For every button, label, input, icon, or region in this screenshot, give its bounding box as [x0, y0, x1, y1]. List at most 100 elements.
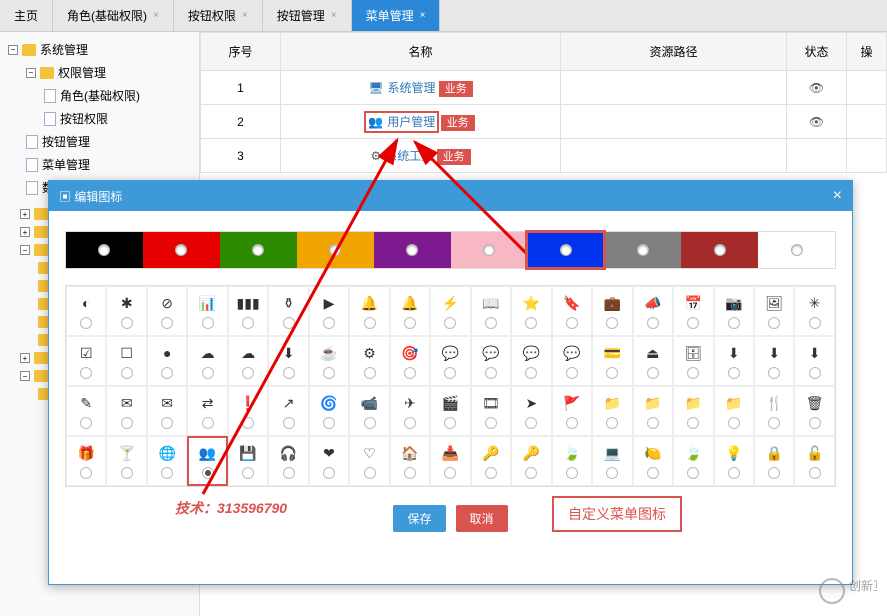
credit-card-icon-option[interactable]: 💳 [592, 336, 632, 386]
collapse-icon[interactable]: − [26, 68, 36, 78]
tab-button-perm[interactable]: 按钮权限× [174, 0, 263, 31]
folder-open-alt-icon-option[interactable]: 📁 [714, 386, 754, 436]
location-arrow-icon-option[interactable]: ➤ [511, 386, 551, 436]
tree-node-perm[interactable]: − 权限管理 [4, 61, 195, 84]
leaf-alt-icon-option[interactable]: 🍃 [673, 436, 713, 486]
envelope-alt-icon-option[interactable]: ✉ [147, 386, 187, 436]
certificate-icon-option[interactable]: ✳ [794, 286, 834, 336]
tree-leaf-menu-mgmt[interactable]: 菜单管理 [4, 153, 195, 176]
glass-icon-option[interactable]: 🍸 [106, 436, 146, 486]
tab-button-mgmt[interactable]: 按钮管理× [263, 0, 352, 31]
table-row[interactable]: 3 ⚙系统工具 业务 [201, 139, 887, 173]
cloud-alt-icon-option[interactable]: ☁ [228, 336, 268, 386]
color-swatch[interactable] [758, 232, 835, 268]
download-arrow-icon-option[interactable]: ⬇ [794, 336, 834, 386]
cloud-download-icon-option[interactable]: ⬇ [268, 336, 308, 386]
key-alt-icon-option[interactable]: 🔑 [511, 436, 551, 486]
bookmark-icon-option[interactable]: 🔖 [552, 286, 592, 336]
expand-icon[interactable]: + [20, 353, 30, 363]
group-icon-option[interactable]: 👥 [187, 436, 227, 486]
exchange-icon-option[interactable]: ⇄ [187, 386, 227, 436]
color-swatch[interactable] [681, 232, 758, 268]
ban-icon-option[interactable]: ⊘ [147, 286, 187, 336]
collapse-icon[interactable]: − [20, 245, 30, 255]
comments-icon-option[interactable]: 💬 [511, 336, 551, 386]
check-icon-option[interactable]: ☑ [66, 336, 106, 386]
eye-icon[interactable]: 👁 [809, 115, 824, 129]
cancel-button[interactable]: 取消 [456, 505, 508, 532]
tab-role[interactable]: 角色(基础权限)× [53, 0, 174, 31]
home-icon-option[interactable]: 🏠 [390, 436, 430, 486]
tab-home[interactable]: 主页 [0, 0, 53, 31]
adjust-icon-option[interactable]: ◐ [66, 286, 106, 336]
bolt-icon-option[interactable]: ⚡ [430, 286, 470, 336]
video-camera-icon-option[interactable]: 📹 [349, 386, 389, 436]
lemon-icon-option[interactable]: 🍋 [633, 436, 673, 486]
heart-icon-option[interactable]: ❤ [309, 436, 349, 486]
tree-leaf-role[interactable]: 角色(基础权限) [4, 84, 195, 107]
close-icon[interactable]: × [833, 187, 842, 205]
camera-retro-icon-option[interactable]: 🖼 [754, 286, 794, 336]
spinner-icon-option[interactable]: 🌀 [309, 386, 349, 436]
bullseye-icon-option[interactable]: 🎯 [390, 336, 430, 386]
key-icon-option[interactable]: 🔑 [471, 436, 511, 486]
color-swatch[interactable] [451, 232, 528, 268]
unlock-icon-option[interactable]: 🔓 [794, 436, 834, 486]
camera-icon-option[interactable]: 📷 [714, 286, 754, 336]
cog-icon-option[interactable]: ⚙ [349, 336, 389, 386]
expand-icon[interactable]: + [20, 209, 30, 219]
film-icon-option[interactable]: 🎬 [430, 386, 470, 436]
collapse-icon[interactable]: − [8, 45, 18, 55]
laptop-icon-option[interactable]: 💻 [592, 436, 632, 486]
circle-icon-option[interactable]: ● [147, 336, 187, 386]
lightbulb-icon-option[interactable]: 💡 [714, 436, 754, 486]
tree-leaf-button-perm[interactable]: 按钮权限 [4, 107, 195, 130]
color-swatch[interactable] [527, 232, 604, 268]
inbox-icon-option[interactable]: 📥 [430, 436, 470, 486]
download-alt-icon-option[interactable]: ⬇ [754, 336, 794, 386]
megaphone-icon-option[interactable]: 📣 [633, 286, 673, 336]
star-icon-option[interactable]: ⭐ [511, 286, 551, 336]
cloud-icon-option[interactable]: ☁ [187, 336, 227, 386]
flag-icon-option[interactable]: 🚩 [552, 386, 592, 436]
folder-close-alt-icon-option[interactable]: 📁 [673, 386, 713, 436]
close-icon[interactable]: × [331, 10, 337, 21]
calendar-icon-option[interactable]: 📅 [673, 286, 713, 336]
close-icon[interactable]: × [420, 10, 426, 21]
folder-close-icon-option[interactable]: 📁 [592, 386, 632, 436]
heart-empty-icon-option[interactable]: ♡ [349, 436, 389, 486]
film-alt-icon-option[interactable]: 🎞 [471, 386, 511, 436]
trash-icon-option[interactable]: 🗑 [794, 386, 834, 436]
tree-leaf-button-mgmt[interactable]: 按钮管理 [4, 130, 195, 153]
envelope-icon-option[interactable]: ✉ [106, 386, 146, 436]
external-link-icon-option[interactable]: ↗ [268, 386, 308, 436]
table-row[interactable]: 1 🖥系统管理 业务 👁 [201, 71, 887, 105]
barcode-icon-option[interactable]: ▮▮▮ [228, 286, 268, 336]
book-icon-option[interactable]: 📖 [471, 286, 511, 336]
exclamation-icon-option[interactable]: ❗ [228, 386, 268, 436]
comment-icon-option[interactable]: 💬 [430, 336, 470, 386]
briefcase-icon-option[interactable]: 💼 [592, 286, 632, 336]
color-swatch[interactable] [143, 232, 220, 268]
save-button[interactable]: 保存 [393, 505, 445, 532]
gift-icon-option[interactable]: 🎁 [66, 436, 106, 486]
bar-chart-icon-option[interactable]: 📊 [187, 286, 227, 336]
color-swatch[interactable] [297, 232, 374, 268]
color-swatch[interactable] [604, 232, 681, 268]
eye-icon[interactable]: 👁 [809, 81, 824, 95]
lock-icon-option[interactable]: 🔒 [754, 436, 794, 486]
bullhorn-icon-option[interactable]: ▶ [309, 286, 349, 336]
collapse-icon[interactable]: − [20, 371, 30, 381]
check-empty-icon-option[interactable]: ☐ [106, 336, 146, 386]
beaker-icon-option[interactable]: ⚱ [268, 286, 308, 336]
asterisk-icon-option[interactable]: ✱ [106, 286, 146, 336]
hdd-icon-option[interactable]: 🗄 [673, 336, 713, 386]
bell-alt-icon-option[interactable]: 🔔 [349, 286, 389, 336]
tree-root[interactable]: − 系统管理 [4, 38, 195, 61]
tab-menu-mgmt[interactable]: 菜单管理× [352, 0, 441, 31]
color-swatch[interactable] [66, 232, 143, 268]
leaf-icon-option[interactable]: 🍃 [552, 436, 592, 486]
color-swatch[interactable] [220, 232, 297, 268]
comments-alt-icon-option[interactable]: 💬 [552, 336, 592, 386]
globe-icon-option[interactable]: 🌐 [147, 436, 187, 486]
